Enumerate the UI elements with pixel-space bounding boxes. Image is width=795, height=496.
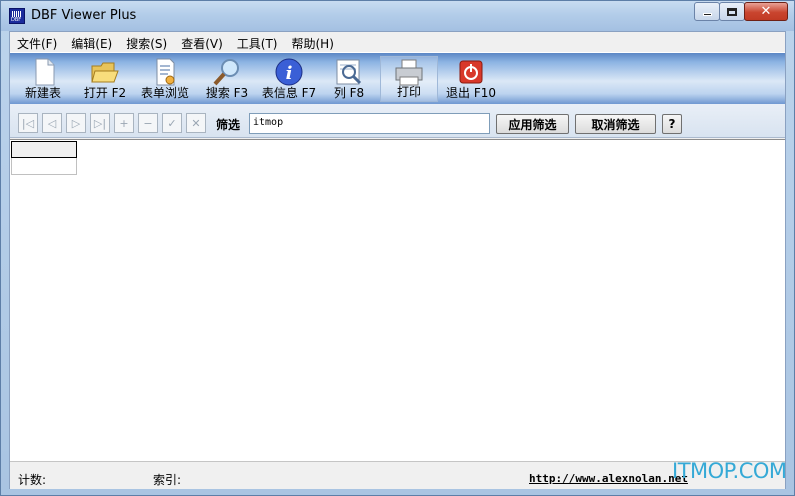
nav-last-button[interactable]: ▷| bbox=[90, 113, 110, 133]
status-bar: 计数: 索引: http://www.alexnolan.net bbox=[10, 461, 785, 489]
close-button[interactable]: ✕ bbox=[744, 2, 788, 21]
power-icon bbox=[459, 60, 483, 84]
website-link[interactable]: http://www.alexnolan.net bbox=[529, 472, 688, 485]
minimize-button[interactable] bbox=[694, 2, 720, 21]
client-area: 文件(F) 编辑(E) 搜索(S) 查看(V) 工具(T) 帮助(H) 新建表 bbox=[9, 31, 786, 489]
nav-edit-icon: ✓ bbox=[167, 116, 177, 130]
nav-first-button[interactable]: |◁ bbox=[18, 113, 38, 133]
app-window: DBF DBF Viewer Plus ✕ 文件(F) 编辑(E) 搜索(S) … bbox=[0, 0, 795, 496]
nav-cancel-button[interactable]: ✕ bbox=[186, 113, 206, 133]
help-button[interactable]: ? bbox=[662, 114, 682, 134]
main-toolbar: 新建表 打开 F2 表单浏览 搜索 F3 i 表信息 F7 列 F8 打印 退出… bbox=[10, 52, 785, 104]
menu-edit[interactable]: 编辑(E) bbox=[64, 32, 119, 52]
index-label: 索引: bbox=[153, 473, 182, 487]
nav-delete-button[interactable]: − bbox=[138, 113, 158, 133]
filter-input[interactable]: itmop bbox=[249, 113, 490, 134]
title-bar[interactable]: DBF DBF Viewer Plus ✕ bbox=[1, 1, 794, 31]
grid-cell[interactable] bbox=[11, 158, 77, 175]
menu-view[interactable]: 查看(V) bbox=[174, 32, 230, 52]
folder-open-icon bbox=[91, 62, 119, 83]
form-browse-button[interactable]: 表单浏览 bbox=[138, 56, 192, 102]
data-grid[interactable] bbox=[10, 139, 785, 461]
maximize-button[interactable] bbox=[719, 2, 745, 21]
print-button[interactable]: 打印 bbox=[380, 56, 438, 102]
search-button[interactable]: 搜索 F3 bbox=[198, 56, 256, 102]
nav-delete-icon: − bbox=[143, 116, 153, 130]
form-document-icon bbox=[156, 58, 175, 86]
columns-button[interactable]: 列 F8 bbox=[326, 56, 372, 102]
maximize-icon bbox=[727, 7, 737, 16]
dbf-app-icon: DBF bbox=[9, 8, 25, 24]
info-icon: i bbox=[275, 58, 303, 86]
new-table-button[interactable]: 新建表 bbox=[14, 56, 72, 102]
itmop-watermark: ITMOP.COM bbox=[672, 459, 787, 483]
nav-last-icon: ▷| bbox=[93, 116, 107, 130]
nav-insert-icon: + bbox=[119, 116, 129, 130]
cancel-filter-button[interactable]: 取消筛选 bbox=[575, 114, 656, 134]
filter-label: 筛选 bbox=[216, 118, 241, 132]
close-icon: ✕ bbox=[760, 4, 772, 19]
record-count-label: 计数: bbox=[18, 473, 47, 487]
grid-header-cell[interactable] bbox=[11, 141, 77, 158]
menu-bar: 文件(F) 编辑(E) 搜索(S) 查看(V) 工具(T) 帮助(H) bbox=[10, 32, 785, 52]
nav-prev-icon: ◁ bbox=[47, 116, 57, 130]
nav-next-button[interactable]: ▷ bbox=[66, 113, 86, 133]
nav-cancel-icon: ✕ bbox=[191, 116, 201, 130]
magnifier-icon bbox=[213, 59, 239, 86]
filter-bar: |◁ ◁ ▷ ▷| + − ✓ ✕ 筛选 itmop 应用筛选 取消筛选 ? bbox=[10, 104, 785, 138]
open-button[interactable]: 打开 F2 bbox=[76, 56, 134, 102]
menu-tools[interactable]: 工具(T) bbox=[230, 32, 285, 52]
columns-magnifier-icon bbox=[336, 59, 362, 85]
window-title: DBF Viewer Plus bbox=[31, 8, 137, 23]
nav-next-icon: ▷ bbox=[71, 116, 81, 130]
minimize-icon bbox=[702, 13, 712, 16]
nav-prev-button[interactable]: ◁ bbox=[42, 113, 62, 133]
nav-first-icon: |◁ bbox=[21, 116, 35, 130]
nav-edit-button[interactable]: ✓ bbox=[162, 113, 182, 133]
menu-file[interactable]: 文件(F) bbox=[10, 32, 64, 52]
new-document-icon bbox=[35, 58, 55, 86]
exit-button[interactable]: 退出 F10 bbox=[442, 56, 500, 102]
apply-filter-button[interactable]: 应用筛选 bbox=[496, 114, 569, 134]
nav-insert-button[interactable]: + bbox=[114, 113, 134, 133]
table-info-button[interactable]: i 表信息 F7 bbox=[258, 56, 320, 102]
menu-search[interactable]: 搜索(S) bbox=[119, 32, 174, 52]
menu-help[interactable]: 帮助(H) bbox=[285, 32, 341, 52]
svg-text:i: i bbox=[286, 63, 293, 84]
